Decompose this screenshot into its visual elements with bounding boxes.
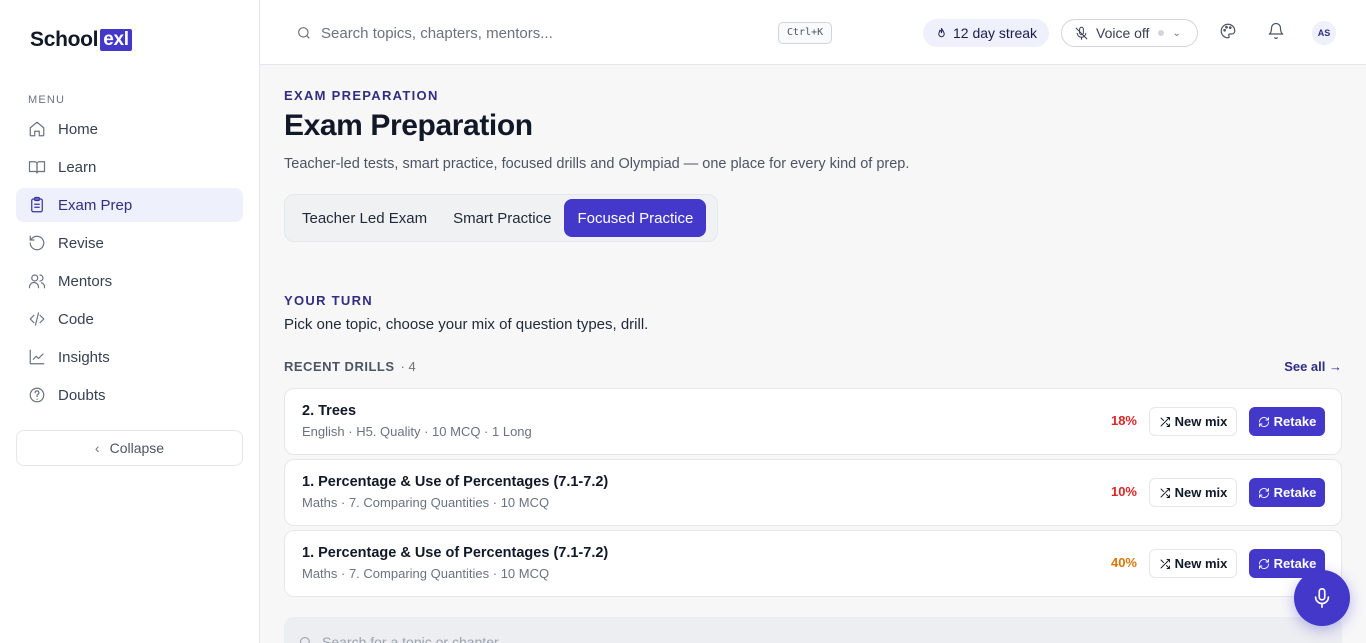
- new-mix-button[interactable]: New mix: [1149, 549, 1237, 578]
- streak-badge[interactable]: 12 day streak: [923, 19, 1050, 47]
- voice-label: Voice off: [1096, 25, 1150, 41]
- voice-toggle[interactable]: Voice off ⌄: [1061, 19, 1198, 47]
- code-icon: [29, 312, 45, 326]
- tab-smart-practice[interactable]: Smart Practice: [440, 199, 564, 237]
- help-circle-icon: [29, 387, 45, 403]
- section-description: Pick one topic, choose your mix of quest…: [284, 316, 649, 333]
- retake-button[interactable]: Retake: [1249, 407, 1325, 436]
- drill-meta: English · H5. Quality · 10 MCQ · 1 Long: [302, 424, 532, 439]
- new-mix-button[interactable]: New mix: [1149, 407, 1237, 436]
- topic-search-input[interactable]: [322, 634, 822, 643]
- chevron-down-icon: ⌄: [1172, 27, 1181, 39]
- sidebar-item-label: Doubts: [58, 386, 106, 404]
- rotate-icon: [29, 235, 45, 251]
- new-mix-label: New mix: [1174, 485, 1228, 500]
- see-all-link[interactable]: See all →: [1284, 359, 1342, 374]
- collapse-button[interactable]: ‹ Collapse: [16, 430, 243, 466]
- new-mix-label: New mix: [1174, 414, 1228, 429]
- sidebar-item-home[interactable]: Home: [16, 112, 243, 146]
- sidebar-item-exam-prep[interactable]: Exam Prep: [16, 188, 243, 222]
- recent-drills-heading: RECENT DRILLS · 4: [284, 359, 416, 374]
- sidebar-item-revise[interactable]: Revise: [16, 226, 243, 260]
- users-icon: [28, 274, 46, 289]
- brand-logo[interactable]: School exl: [30, 28, 132, 52]
- recent-drills-label: RECENT DRILLS: [284, 359, 395, 374]
- clipboard-icon: [31, 196, 43, 213]
- retake-label: Retake: [1273, 414, 1317, 429]
- tab-teacher-led-exam[interactable]: Teacher Led Exam: [289, 199, 440, 237]
- shuffle-icon: [1160, 487, 1170, 498]
- new-mix-label: New mix: [1174, 556, 1228, 571]
- chart-icon: [29, 349, 45, 365]
- section-label: YOUR TURN: [284, 293, 373, 308]
- brand-name: School: [30, 28, 99, 51]
- bell-icon: [1268, 22, 1284, 40]
- sidebar-item-label: Exam Prep: [58, 196, 133, 214]
- page-title: Exam Preparation: [284, 109, 533, 142]
- page-eyebrow: EXAM PREPARATION: [284, 88, 439, 103]
- menu-label: MENU: [28, 94, 66, 106]
- sidebar-item-doubts[interactable]: Doubts: [16, 378, 243, 412]
- streak-label: 12 day streak: [953, 25, 1038, 41]
- retake-label: Retake: [1273, 556, 1317, 571]
- drill-score: 10%: [1110, 484, 1137, 499]
- voice-assistant-button[interactable]: [1294, 570, 1350, 626]
- notifications-button[interactable]: [1267, 22, 1287, 42]
- list-item[interactable]: 2. Trees English · H5. Quality · 10 MCQ …: [284, 388, 1342, 455]
- refresh-icon: [1258, 558, 1269, 569]
- topbar: Ctrl+K 12 day streak Voice off ⌄ AS: [260, 0, 1366, 65]
- collapse-label: Collapse: [109, 440, 165, 456]
- refresh-icon: [1258, 416, 1269, 427]
- voice-status-dot: [1158, 30, 1165, 36]
- drill-title: 1. Percentage & Use of Percentages (7.1-…: [302, 474, 609, 490]
- avatar[interactable]: AS: [1312, 21, 1336, 45]
- sidebar-nav: Home Learn Exam Prep Revise Mentors Code…: [16, 112, 243, 416]
- home-icon: [29, 121, 45, 137]
- search-icon: [298, 27, 310, 39]
- palette-icon: [1220, 23, 1236, 39]
- prep-tabs: Teacher Led Exam Smart Practice Focused …: [284, 194, 718, 242]
- sidebar: School exl MENU Home Learn Exam Prep Revi…: [0, 0, 260, 643]
- sidebar-item-label: Insights: [58, 348, 110, 366]
- mic-icon: [1314, 588, 1330, 608]
- shuffle-icon: [1160, 558, 1170, 569]
- flame-icon: [938, 27, 945, 37]
- recent-drills-count: · 4: [400, 359, 416, 374]
- sidebar-item-learn[interactable]: Learn: [16, 150, 243, 184]
- sidebar-item-label: Code: [58, 310, 94, 328]
- drill-meta: Maths · 7. Comparing Quantities · 10 MCQ: [302, 495, 550, 510]
- global-search: [296, 18, 836, 48]
- sidebar-item-code[interactable]: Code: [16, 302, 243, 336]
- list-item[interactable]: 1. Percentage & Use of Percentages (7.1-…: [284, 530, 1342, 597]
- search-input[interactable]: [321, 24, 761, 42]
- list-item[interactable]: 1. Percentage & Use of Percentages (7.1-…: [284, 459, 1342, 526]
- shuffle-icon: [1160, 416, 1170, 427]
- chevron-left-icon: ‹: [94, 440, 100, 456]
- mic-off-icon: [1075, 26, 1088, 40]
- drill-title: 1. Percentage & Use of Percentages (7.1-…: [302, 545, 609, 561]
- drill-title: 2. Trees: [302, 403, 357, 419]
- drill-meta: Maths · 7. Comparing Quantities · 10 MCQ: [302, 566, 550, 581]
- sidebar-item-label: Home: [58, 120, 99, 138]
- brand-suffix: exl: [100, 29, 132, 51]
- sidebar-item-label: Learn: [58, 158, 97, 176]
- page-subtitle: Teacher-led tests, smart practice, focus…: [284, 156, 910, 172]
- sidebar-item-insights[interactable]: Insights: [16, 340, 243, 374]
- sidebar-item-label: Revise: [58, 234, 104, 252]
- sidebar-item-label: Mentors: [58, 272, 113, 290]
- retake-button[interactable]: Retake: [1249, 478, 1325, 507]
- tab-focused-practice[interactable]: Focused Practice: [564, 199, 707, 237]
- drill-score: 18%: [1110, 413, 1137, 428]
- topic-search: [284, 617, 1342, 643]
- retake-label: Retake: [1273, 485, 1317, 500]
- shortcut-badge: Ctrl+K: [778, 22, 833, 44]
- new-mix-button[interactable]: New mix: [1149, 478, 1237, 507]
- theme-button[interactable]: [1219, 22, 1239, 42]
- book-icon: [28, 161, 46, 174]
- search-icon: [299, 636, 310, 643]
- sidebar-item-mentors[interactable]: Mentors: [16, 264, 243, 298]
- refresh-icon: [1258, 487, 1269, 498]
- drill-score: 40%: [1110, 555, 1137, 570]
